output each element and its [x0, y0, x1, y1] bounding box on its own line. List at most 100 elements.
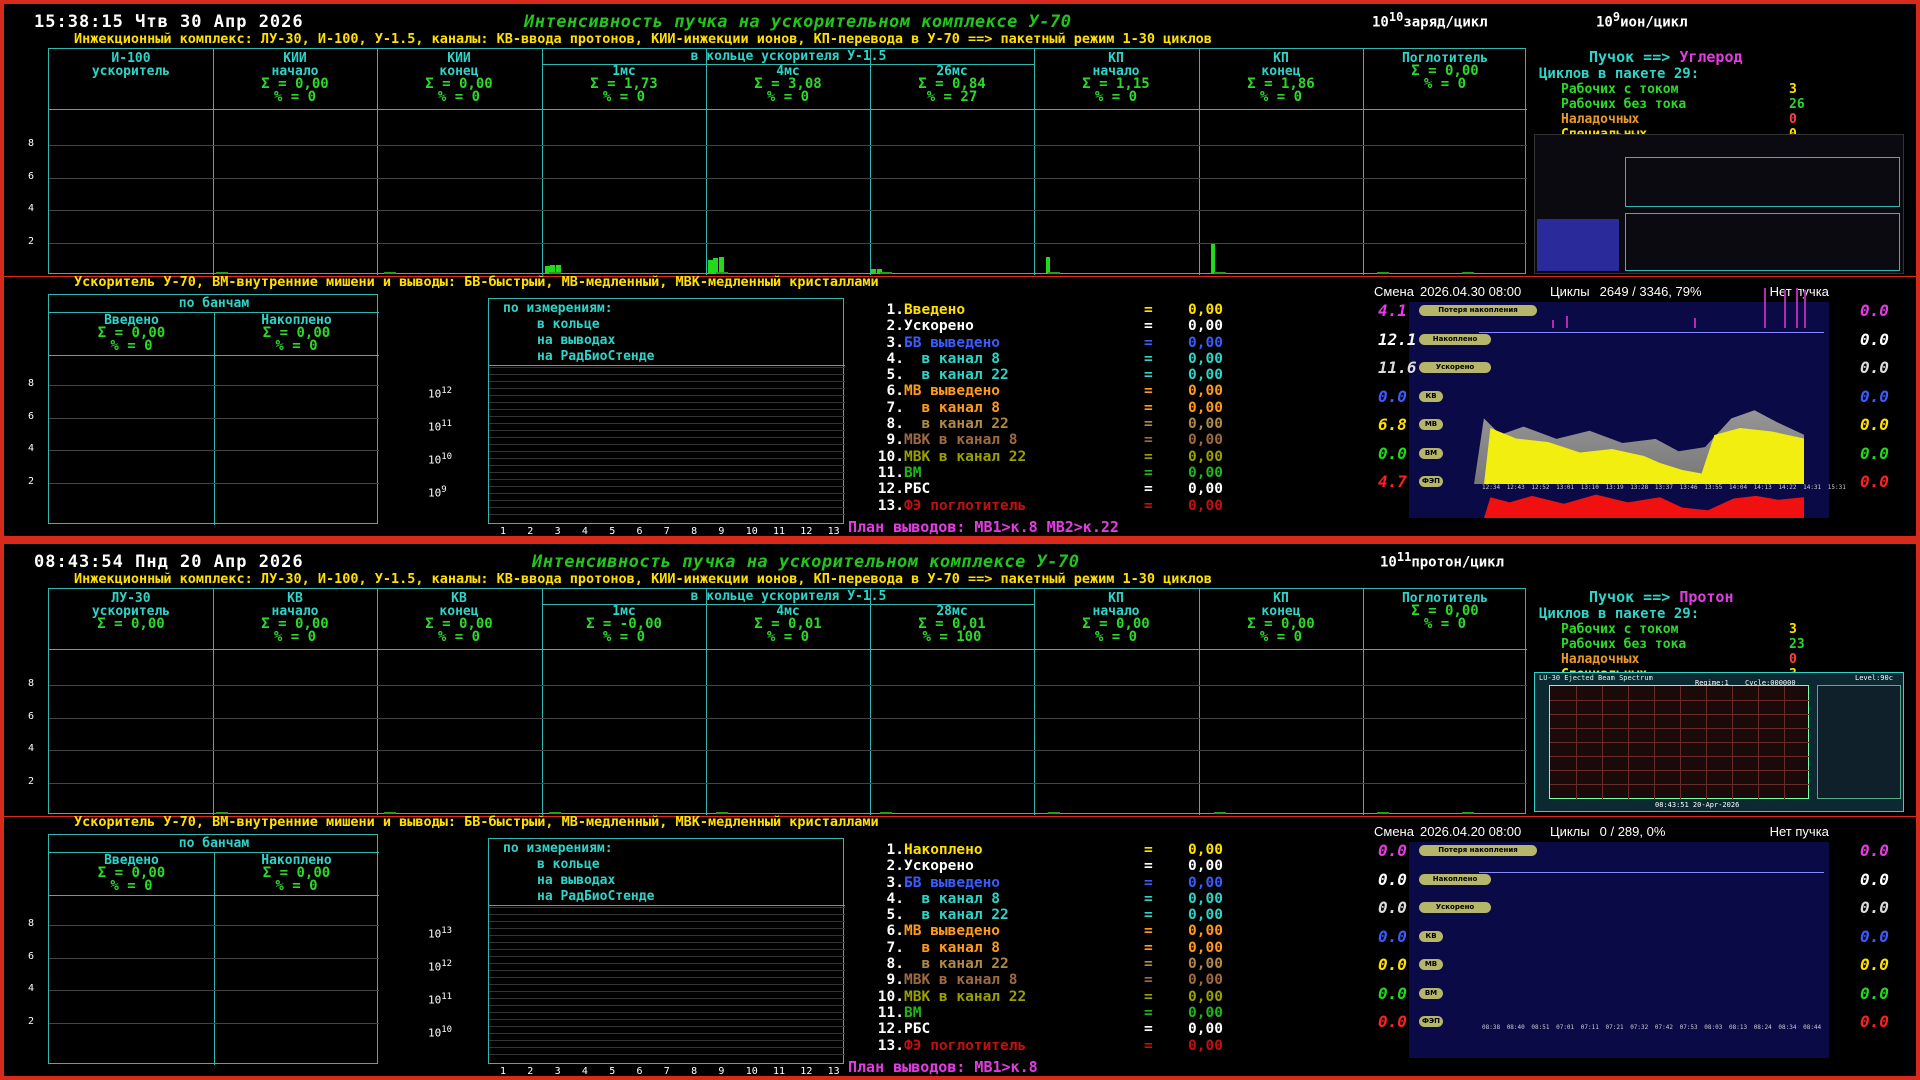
gridline [489, 928, 845, 929]
gridline [49, 145, 1527, 146]
column-header-2: КИИ конец Σ = 0,00% = 0 [377, 52, 541, 104]
baseline-mark [880, 272, 892, 274]
bunches-col-stored: Накоплено Σ = 0,00% = 0 [214, 854, 379, 893]
time-tick-label: 13:10 [1580, 484, 1599, 491]
trend-row-label: КВ [1419, 390, 1443, 402]
column-header-4: 4мс Σ = 0,01% = 0 [706, 605, 870, 644]
trend-row-label: Потеря накопления [1419, 845, 1537, 856]
unit-label-2: 109ион/цикл [1596, 10, 1688, 31]
gridline [489, 1012, 845, 1013]
unit-base: 10 [1380, 554, 1397, 571]
extraction-plan: План выводов: МВ1>к.8 МВ2>к.22 [848, 518, 1119, 536]
gridline [489, 998, 845, 999]
spectrum-title: LU-30 Ejected Beam Spectrum [1539, 674, 1653, 682]
trend-spike [1796, 288, 1798, 328]
beam-list-label: в канал 22 [904, 367, 1009, 384]
time-tick-label: 08:03 [1704, 1024, 1723, 1031]
beam-list-label: РБС [904, 481, 931, 498]
beam-list-label: ФЭ поглотитель [904, 497, 1027, 514]
trend-right-value: 0.0 [1860, 841, 1889, 860]
trend-left-value: 0.0 [1378, 841, 1407, 860]
log-base: 10 [428, 1026, 442, 1040]
gridline [489, 444, 845, 445]
spectrum-grid [1732, 686, 1733, 800]
column-percent: % = 0 [1094, 89, 1138, 105]
x-tick-label: 3 [554, 526, 561, 537]
beam-list-label: в канал 22 [904, 907, 1009, 924]
log-exponent: 11 [441, 419, 453, 429]
measurements-panel: по измерениям: в кольце на выводах на РадБи… [488, 298, 845, 524]
log-axis-label: 109 [428, 485, 447, 500]
cycles-row-label: Рабочих с током [1561, 622, 1679, 637]
beam-list-value: 0,00 [1188, 334, 1223, 351]
gridline [489, 514, 845, 515]
gridline [489, 942, 845, 943]
log-base: 10 [428, 420, 442, 434]
column-header-6: КП начало Σ = 1,15% = 0 [1034, 52, 1198, 104]
beam-list-row: 7. в канал 8 = 0,00 [876, 940, 1223, 956]
beam-particle: Углерод [1679, 48, 1743, 66]
spectrum-grid [1550, 742, 1810, 743]
beam-list-eq: = [1144, 334, 1153, 351]
gridline [489, 963, 845, 964]
trend-right-value: 0.0 [1860, 443, 1889, 463]
column-header-1: КИИ начало Σ = 0,00% = 0 [213, 52, 377, 104]
gridline [489, 465, 845, 466]
time-tick-label: 08:44 [1803, 1024, 1822, 1031]
cycles-row: Наладочных 0 [1539, 112, 1909, 127]
unit-base: 10 [1596, 14, 1613, 31]
trend-row-label: ВМ [1419, 447, 1443, 459]
trend-row-label: МВ [1419, 959, 1443, 970]
column-header-0: И-100 ускоритель [49, 52, 213, 78]
beam-list-value: 0,00 [1188, 448, 1223, 465]
beam-list-num: 8. [886, 416, 904, 433]
trend-row-label: Накоплено [1419, 333, 1491, 345]
cycles-row-label: Наладочных [1561, 652, 1640, 667]
time-tick-label: 07:01 [1556, 1024, 1575, 1031]
spectrum-grid [1654, 686, 1655, 800]
beam-list-eq: = [1144, 972, 1153, 989]
column-percent: % = 0 [602, 629, 646, 645]
cycles-row-label: Наладочных [1561, 112, 1640, 127]
bunches-panel: по банчам Введено Σ = 0,00% = 0 Накоплено Σ … [48, 294, 379, 525]
gridline [489, 402, 845, 403]
beam-list-value: 0,00 [1188, 367, 1223, 384]
trend-row-label: Накоплено [1419, 873, 1491, 885]
gridline [489, 949, 845, 950]
trend-axis-line [1479, 332, 1824, 333]
x-tick-label: 3 [554, 1066, 561, 1077]
column-percent: % = 0 [766, 629, 810, 645]
spectrum-grid [1550, 714, 1810, 715]
time-tick-label: 08:38 [1482, 1024, 1501, 1031]
cycles-row: Рабочих без тока 23 [1539, 637, 1909, 652]
bunches-title: по банчам [178, 296, 250, 311]
beam-list-value: 0,00 [1188, 842, 1223, 858]
bunches-col-pct: % = 0 [110, 338, 153, 354]
trend-left-value: 12.1 [1378, 329, 1417, 349]
bunches-col-stored: Накоплено Σ = 0,00% = 0 [214, 314, 379, 353]
beam-list-eq: = [1144, 874, 1153, 891]
column-header-5: 26мс Σ = 0,84% = 27 [870, 65, 1034, 104]
beam-list-row: 9. МВК в канал 8 = 0,00 [876, 432, 1223, 448]
beam-list-eq: = [1144, 383, 1153, 400]
beam-list-label: в канал 22 [904, 956, 1009, 973]
beam-list-eq: = [1144, 923, 1153, 940]
accelerator-caption: Ускоритель У-70, ВМ-внутренние мишени и … [74, 274, 879, 290]
column-percent: % = 0 [1423, 616, 1467, 632]
beam-particle: Протон [1679, 588, 1734, 606]
ring-header: в кольце ускорителя У-1.5 [690, 49, 887, 64]
unit-text: ион/цикл [1620, 14, 1688, 31]
beam-list-row: 5. в канал 22 = 0,00 [876, 367, 1223, 383]
column-header-3: 1мс Σ = 1,73% = 0 [542, 65, 706, 104]
trend-right-value: 0.0 [1860, 955, 1889, 974]
beam-info: Пучок ==> Протон Циклов в пакете 29: Рабоч… [1539, 588, 1909, 682]
gridline [489, 367, 845, 368]
cycles-row-value: 3 [1789, 622, 1797, 637]
beam-list-label: РБС [904, 1021, 931, 1038]
time-tick-label: 13:28 [1630, 484, 1649, 491]
beam-list-value: 0,00 [1188, 464, 1223, 481]
injection-complex-caption: Инжекционный комплекс: ЛУ-30, И-100, У-1… [74, 571, 1212, 587]
beam-list-row: 3. БВ выведено = 0,00 [876, 335, 1223, 351]
beam-list-label: МВК в канал 8 [904, 432, 1018, 449]
cycles-title: Циклов в пакете 29: [1539, 606, 1700, 622]
